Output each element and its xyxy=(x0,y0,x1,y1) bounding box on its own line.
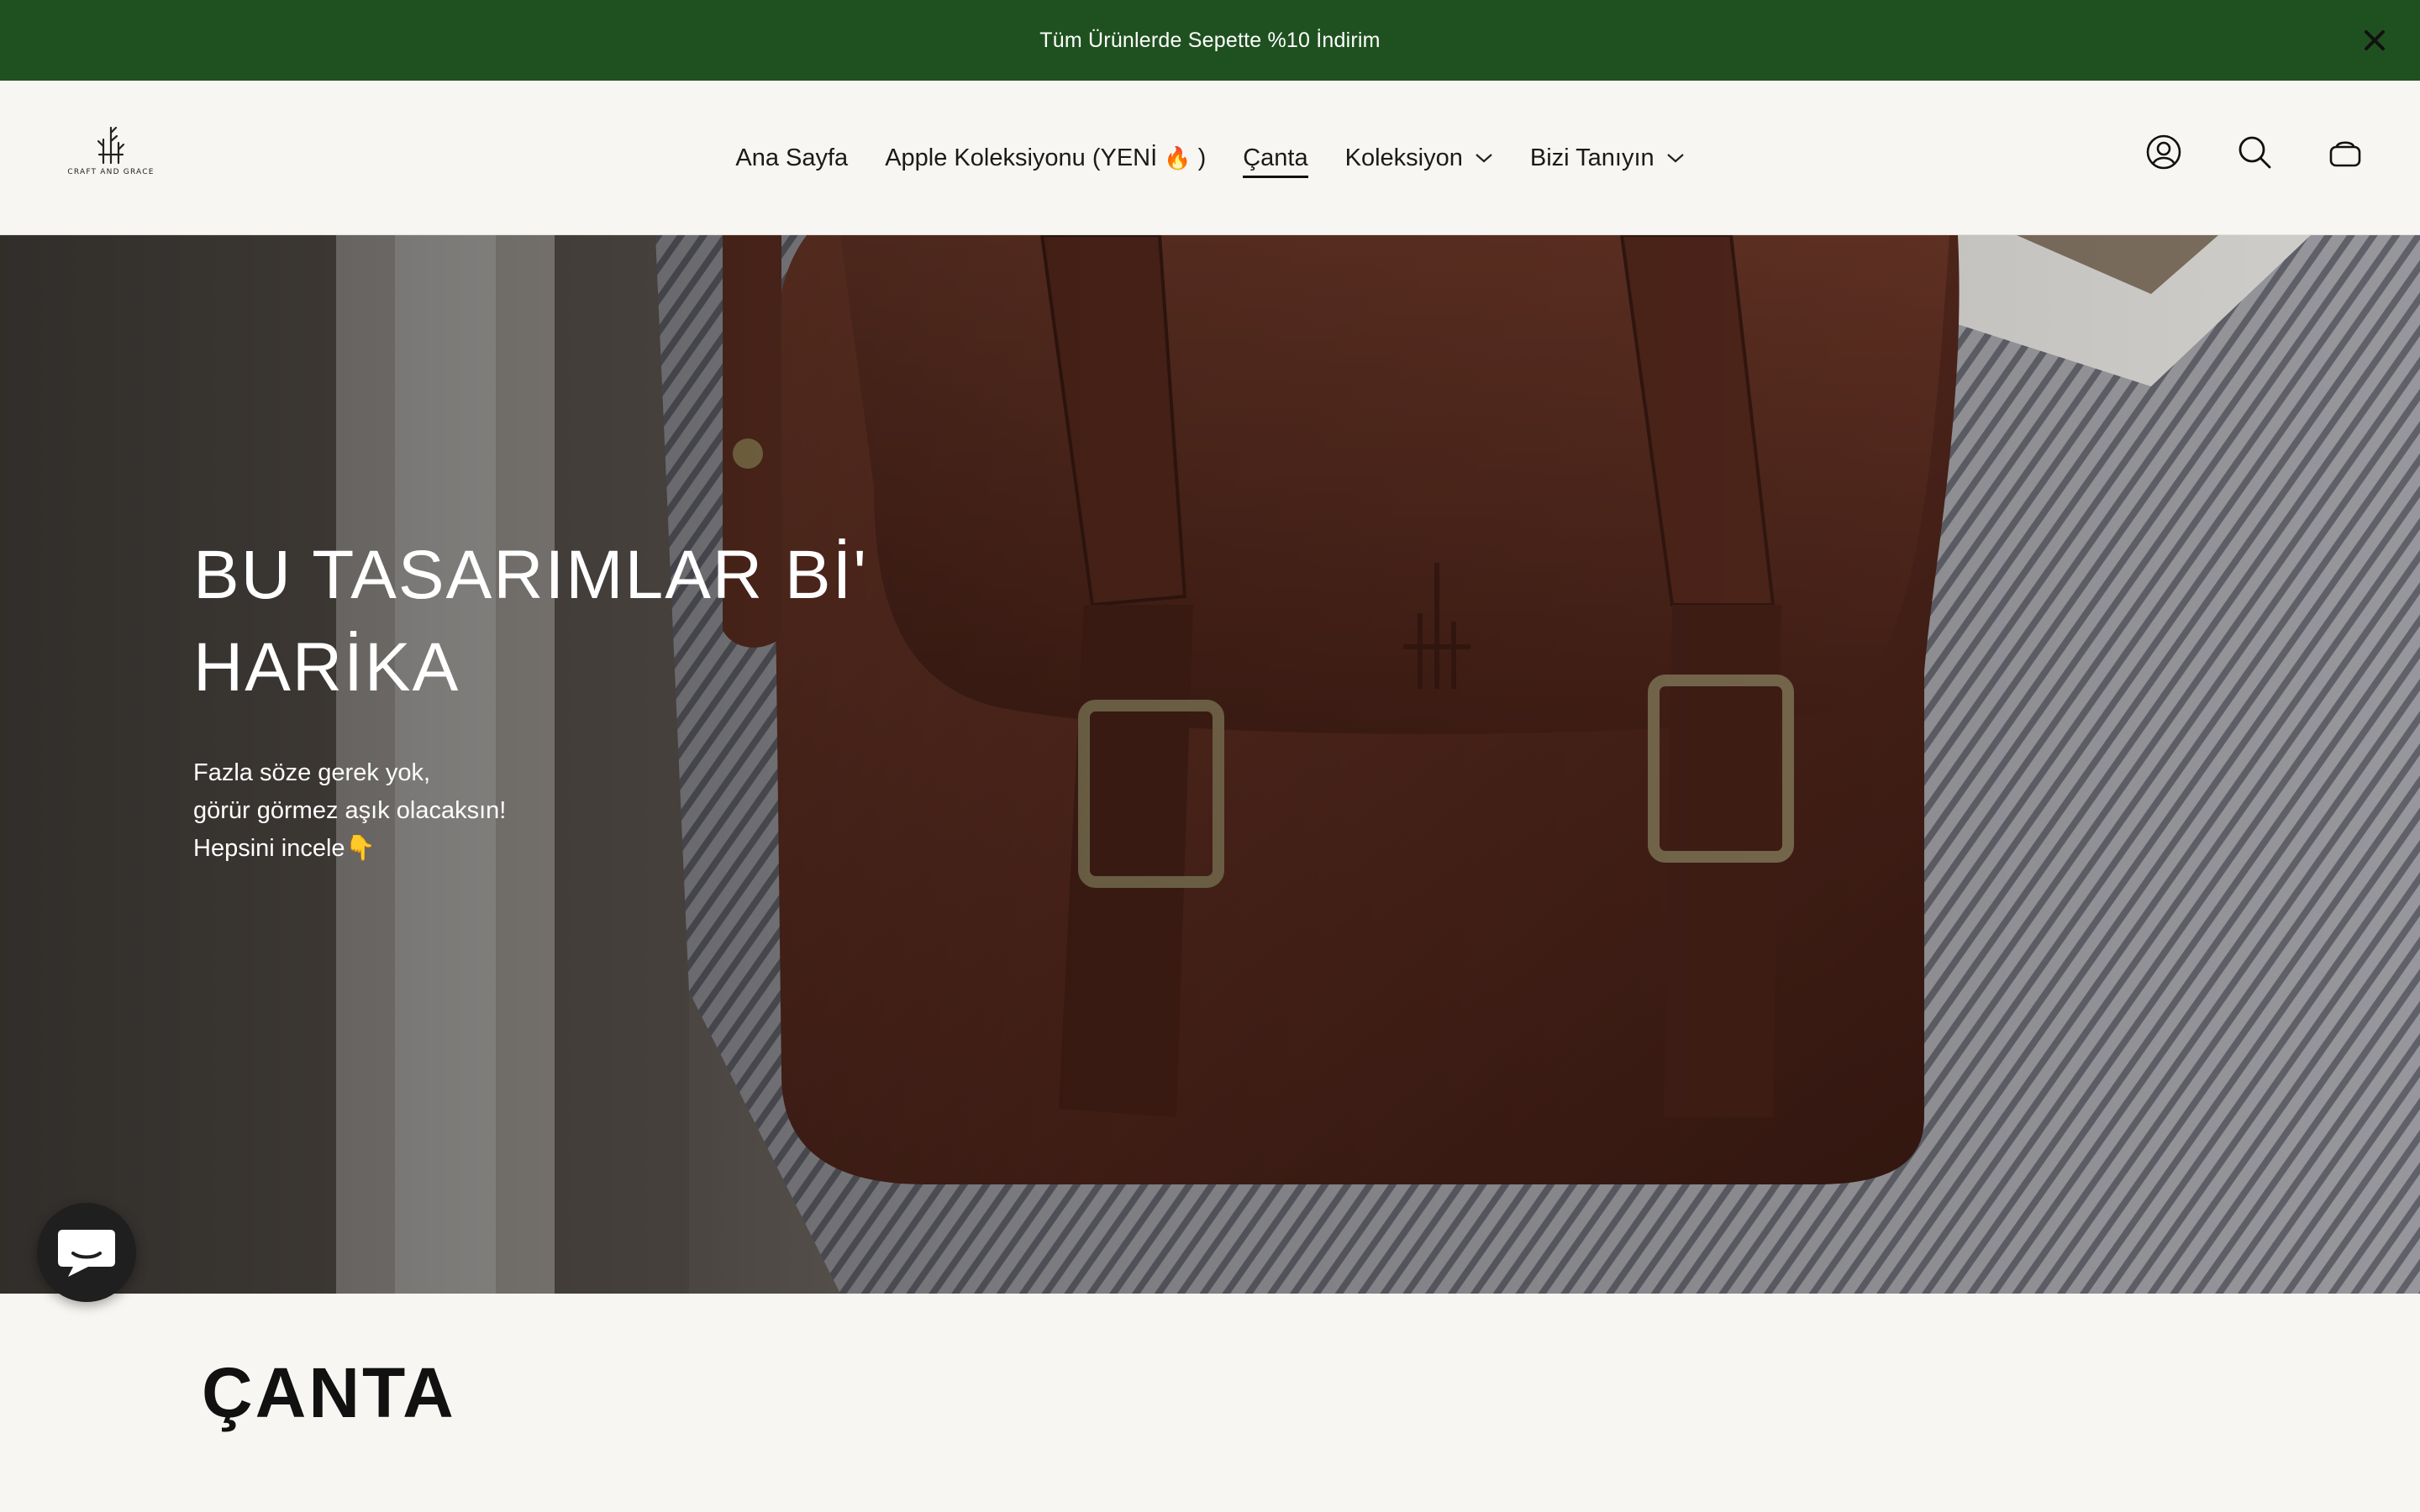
account-icon xyxy=(2146,134,2181,170)
chat-icon xyxy=(58,1230,115,1277)
hero-content: BU TASARIMLAR Bİ' HARİKA Fazla söze gere… xyxy=(193,529,950,868)
nav-item-label-suffix: ) xyxy=(1197,144,1207,171)
account-button[interactable] xyxy=(2144,133,2183,171)
nav-item-bizi-taniyin[interactable]: Bizi Tanıyın xyxy=(1530,133,1685,183)
collection-title: ÇANTA xyxy=(202,1353,456,1432)
chevron-down-icon xyxy=(1666,154,1684,163)
fire-emoji: 🔥 xyxy=(1164,144,1192,171)
hero-title-line-2: HARİKA xyxy=(193,629,460,706)
nav-item-label: Apple Koleksiyonu (YENİ xyxy=(885,144,1158,171)
hero-subtitle-link: Hepsini incele xyxy=(193,835,345,862)
nav-item-label: Çanta xyxy=(1243,144,1308,171)
header-icons xyxy=(2144,133,2365,171)
nav-item-label: Ana Sayfa xyxy=(735,144,849,171)
hero-subtitle-line-2: görür görmez aşık olacaksın! xyxy=(193,797,507,824)
nav-item-ana-sayfa[interactable]: Ana Sayfa xyxy=(735,133,848,183)
nav-item-canta[interactable]: Çanta xyxy=(1243,133,1309,183)
close-announcement-button[interactable] xyxy=(2354,20,2395,60)
search-button[interactable] xyxy=(2235,133,2274,171)
logo-text: CRAFT AND GRACE xyxy=(67,168,155,176)
announcement-bar: Tüm Ürünlerde Sepette %10 İndirim xyxy=(0,0,2420,81)
nav-item-koleksiyon[interactable]: Koleksiyon xyxy=(1345,133,1493,183)
nav-item-apple-koleksiyonu[interactable]: Apple Koleksiyonu (YENİ 🔥 ) xyxy=(885,133,1206,183)
search-icon xyxy=(2238,136,2271,169)
chevron-down-icon xyxy=(1476,154,1492,163)
close-icon xyxy=(2365,30,2385,50)
hero-banner: BU TASARIMLAR Bİ' HARİKA Fazla söze gere… xyxy=(0,235,2420,1294)
logo-mark-icon xyxy=(97,126,125,165)
site-header: CRAFT AND GRACE Ana Sayfa Apple Koleksiy… xyxy=(0,81,2420,235)
main-navigation: Ana Sayfa Apple Koleksiyonu (YENİ 🔥 ) Ça… xyxy=(0,81,2420,235)
hero-subtitle-line-1: Fazla söze gerek yok, xyxy=(193,759,431,786)
hero-title: BU TASARIMLAR Bİ' HARİKA xyxy=(193,529,950,714)
nav-item-label: Bizi Tanıyın xyxy=(1529,144,1655,171)
pointing-down-emoji: 👇 xyxy=(345,835,376,862)
hero-subtitle: Fazla söze gerek yok, görür görmez aşık … xyxy=(193,754,950,868)
hero-title-line-1: BU TASARIMLAR Bİ' xyxy=(193,537,869,613)
nav-item-label: Koleksiyon xyxy=(1344,144,1463,171)
chat-button[interactable] xyxy=(37,1203,136,1302)
cart-icon xyxy=(2329,141,2361,167)
hero-subtitle-line-3[interactable]: Hepsini incele👇 xyxy=(193,830,950,868)
logo[interactable]: CRAFT AND GRACE xyxy=(67,126,155,190)
announcement-text: Tüm Ürünlerde Sepette %10 İndirim xyxy=(1039,28,1381,52)
cart-button[interactable] xyxy=(2326,133,2365,171)
